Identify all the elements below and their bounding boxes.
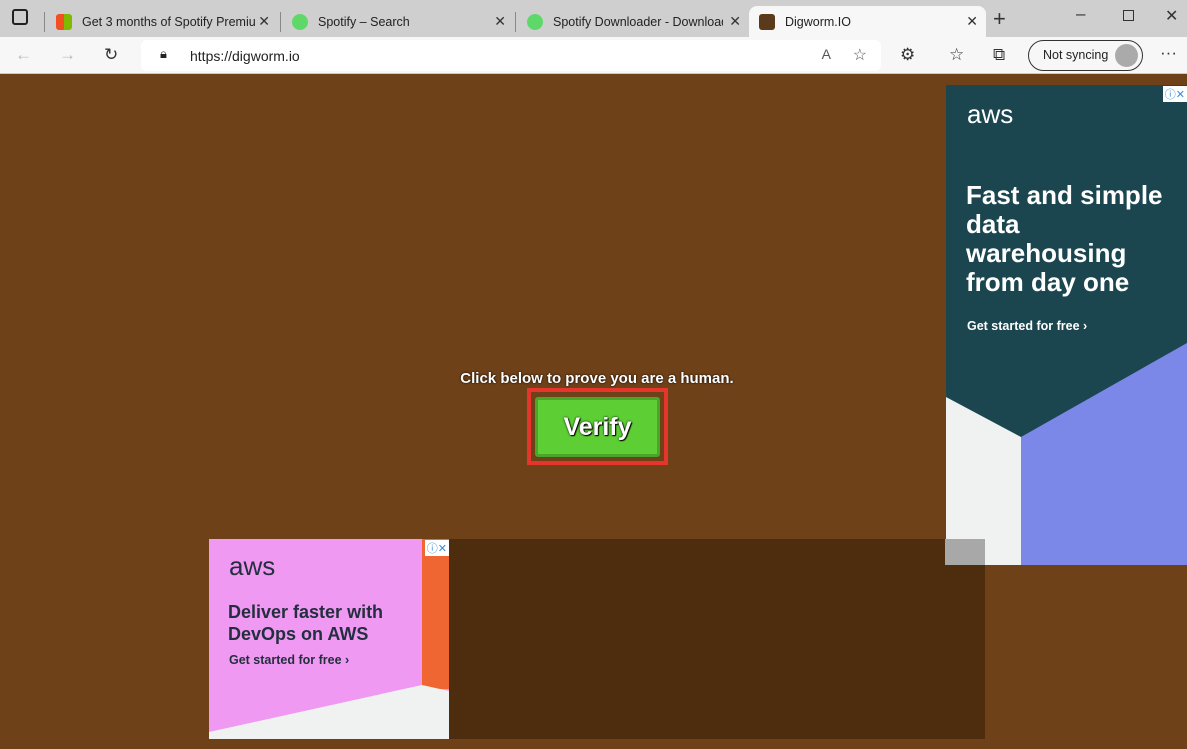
maximize-icon[interactable] bbox=[1123, 10, 1134, 21]
ad-headline: Fast and simple data warehousing from da… bbox=[966, 180, 1163, 297]
tab-title: Spotify Downloader - Download bbox=[553, 14, 723, 29]
toolbar: ← → ↻ 🔒︎ https://digworm.io A ☆ ⚙ ☆ ⧉ No… bbox=[0, 37, 1187, 74]
microsoft-icon bbox=[56, 13, 72, 30]
close-tab-icon[interactable]: ✕ bbox=[966, 13, 978, 30]
url-text: https://digworm.io bbox=[190, 48, 300, 64]
ad-bottom[interactable]: ⓘ✕ aws Deliver faster with DevOps on AWS… bbox=[209, 539, 449, 739]
minimize-icon[interactable]: – bbox=[1076, 4, 1085, 24]
verify-button[interactable]: Verify bbox=[535, 397, 660, 457]
tab-title: Spotify – Search bbox=[318, 14, 410, 29]
tab-bar: Get 3 months of Spotify Premiu ✕ Spotify … bbox=[0, 0, 1187, 37]
human-prompt: Click below to prove you are a human. bbox=[460, 370, 734, 387]
profile-label: Not syncing bbox=[1043, 48, 1109, 62]
close-window-icon[interactable]: ✕ bbox=[1165, 6, 1178, 26]
tab-spotify-downloader[interactable]: Spotify Downloader - Download ✕ bbox=[517, 6, 749, 37]
back-icon[interactable]: ← bbox=[15, 45, 32, 65]
extensions-icon[interactable]: ⚙ bbox=[900, 45, 915, 65]
ad-choices-icon[interactable]: ⓘ✕ bbox=[424, 540, 449, 556]
tab-spotify-premium[interactable]: Get 3 months of Spotify Premiu ✕ bbox=[46, 6, 278, 37]
close-tab-icon[interactable]: ✕ bbox=[725, 13, 741, 30]
ad-choices-icon[interactable]: ⓘ✕ bbox=[1162, 86, 1187, 102]
ad-right[interactable]: ⓘ✕ aws Fast and simple data warehousing … bbox=[946, 85, 1187, 565]
forward-icon[interactable]: → bbox=[59, 45, 76, 65]
collections-icon[interactable]: ⧉ bbox=[993, 45, 1005, 65]
lock-icon: 🔒︎ bbox=[160, 46, 167, 61]
favorites-icon[interactable]: ☆ bbox=[949, 45, 964, 65]
profile-button[interactable]: Not syncing bbox=[1028, 40, 1143, 71]
read-aloud-icon[interactable]: A bbox=[822, 46, 831, 62]
tab-title: Get 3 months of Spotify Premiu bbox=[82, 14, 256, 29]
overlay-block bbox=[945, 539, 985, 565]
spotify-icon bbox=[292, 13, 308, 30]
aws-logo: aws bbox=[967, 99, 1014, 129]
avatar bbox=[1115, 44, 1138, 67]
tab-title: Digworm.IO bbox=[785, 14, 851, 29]
digworm-icon bbox=[759, 13, 775, 30]
aws-logo: aws bbox=[229, 551, 276, 581]
new-tab-icon[interactable]: + bbox=[993, 6, 1006, 32]
address-bar[interactable]: 🔒︎ https://digworm.io A ☆ bbox=[141, 40, 881, 71]
more-icon[interactable]: ··· bbox=[1160, 43, 1177, 63]
refresh-icon[interactable]: ↻ bbox=[104, 45, 118, 65]
tab-actions-icon[interactable] bbox=[12, 9, 28, 25]
ad-overlay bbox=[449, 539, 985, 739]
add-favorite-icon[interactable]: ☆ bbox=[853, 45, 867, 65]
ad-headline: Deliver faster with DevOps on AWS bbox=[228, 602, 384, 644]
ad-cta-link[interactable]: Get started for free › bbox=[229, 653, 349, 667]
ad-cta-link[interactable]: Get started for free › bbox=[967, 319, 1087, 333]
tab-spotify-search[interactable]: Spotify – Search ✕ bbox=[282, 6, 514, 37]
close-tab-icon[interactable]: ✕ bbox=[258, 13, 270, 30]
download-icon bbox=[527, 13, 543, 30]
tab-digworm[interactable]: Digworm.IO ✕ bbox=[749, 6, 986, 37]
close-tab-icon[interactable]: ✕ bbox=[494, 13, 506, 30]
